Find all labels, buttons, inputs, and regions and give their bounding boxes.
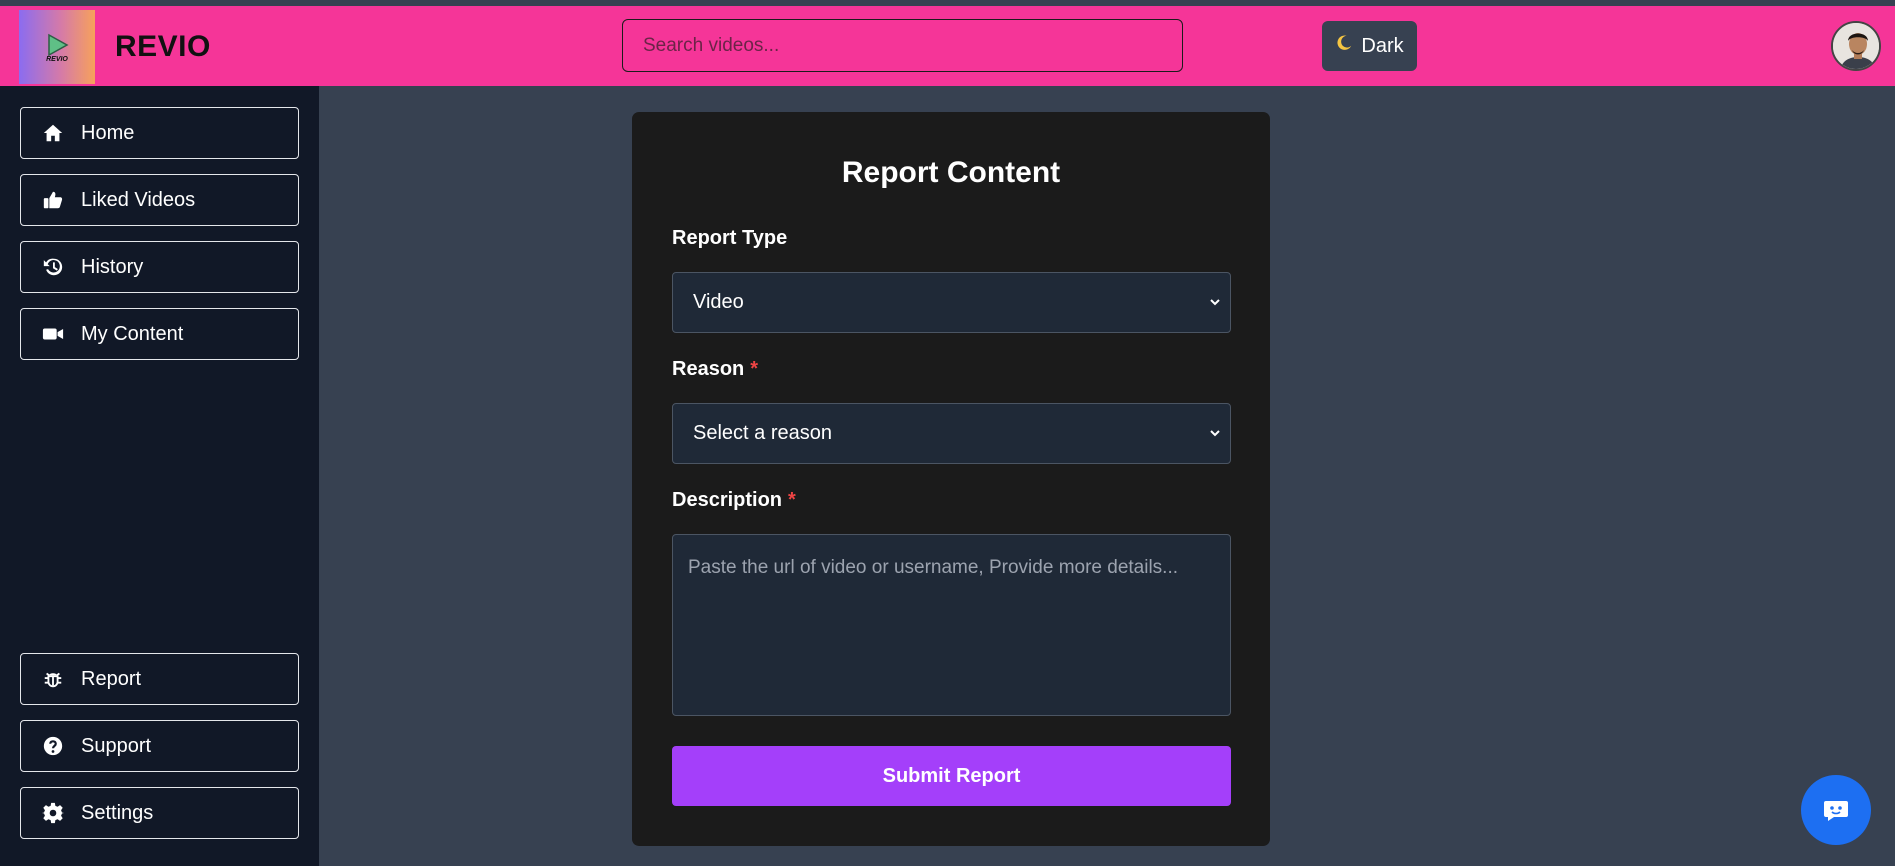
chevron-down-icon <box>1210 299 1220 306</box>
report-form-card: Report Content Report Type Video Reason *… <box>632 112 1270 846</box>
sidebar-item-history[interactable]: History <box>20 241 299 293</box>
theme-toggle-label: Dark <box>1361 34 1404 57</box>
report-type-select[interactable]: Video <box>672 272 1231 333</box>
search-input[interactable] <box>622 19 1183 72</box>
sidebar-item-report[interactable]: Report <box>20 653 299 705</box>
sidebar-item-liked-videos[interactable]: Liked Videos <box>20 174 299 226</box>
sidebar-item-my-content[interactable]: My Content <box>20 308 299 360</box>
sidebar-item-home[interactable]: Home <box>20 107 299 159</box>
description-placeholder: Paste the url of video or username, Prov… <box>688 557 1179 578</box>
report-type-value: Video <box>693 291 744 313</box>
form-title: Report Content <box>841 156 1061 189</box>
reason-value: Select a reason <box>693 422 832 444</box>
sidebar-item-label: Support <box>81 734 152 757</box>
description-label: Description * <box>672 489 796 512</box>
sidebar-item-label: Settings <box>81 801 154 824</box>
sidebar-item-support[interactable]: Support <box>20 720 299 772</box>
bug-icon <box>41 667 65 691</box>
video-camera-icon <box>41 322 65 346</box>
description-label-text: Description <box>672 489 783 511</box>
gear-icon <box>41 801 65 825</box>
reason-label-text: Reason <box>672 358 745 380</box>
report-type-label: Report Type <box>672 227 787 250</box>
required-marker: * <box>750 358 759 380</box>
sidebar: Home Liked Videos History My Content Rep… <box>0 86 319 866</box>
question-circle-icon <box>41 734 65 758</box>
chat-bot-icon <box>1824 801 1848 821</box>
sidebar-item-label: Liked Videos <box>81 188 196 211</box>
brand-name[interactable]: REVIO <box>115 30 211 64</box>
report-type-label-text: Report Type <box>672 227 788 249</box>
required-marker: * <box>788 489 796 511</box>
play-logo-icon <box>48 33 69 56</box>
logo-small-text: REVIO <box>46 55 68 63</box>
sidebar-item-label: Report <box>81 667 142 690</box>
home-icon <box>41 121 65 145</box>
sidebar-item-label: History <box>81 255 144 278</box>
thumbs-up-icon <box>41 188 65 212</box>
sidebar-item-settings[interactable]: Settings <box>20 787 299 839</box>
app-logo[interactable]: REVIO <box>19 10 95 84</box>
chevron-down-icon <box>1210 430 1220 437</box>
sidebar-item-label: My Content <box>81 322 184 345</box>
reason-label: Reason * <box>672 358 758 381</box>
theme-toggle-button[interactable]: Dark <box>1322 21 1417 71</box>
top-header: REVIO REVIO Dark <box>0 6 1895 86</box>
moon-icon <box>1335 34 1353 58</box>
user-avatar[interactable] <box>1831 21 1881 71</box>
description-textarea[interactable]: Paste the url of video or username, Prov… <box>672 534 1231 716</box>
sidebar-item-label: Home <box>81 121 135 144</box>
submit-report-button[interactable]: Submit Report <box>672 746 1231 806</box>
reason-select[interactable]: Select a reason <box>672 403 1231 464</box>
chat-support-button[interactable] <box>1801 775 1871 845</box>
history-icon <box>41 255 65 279</box>
